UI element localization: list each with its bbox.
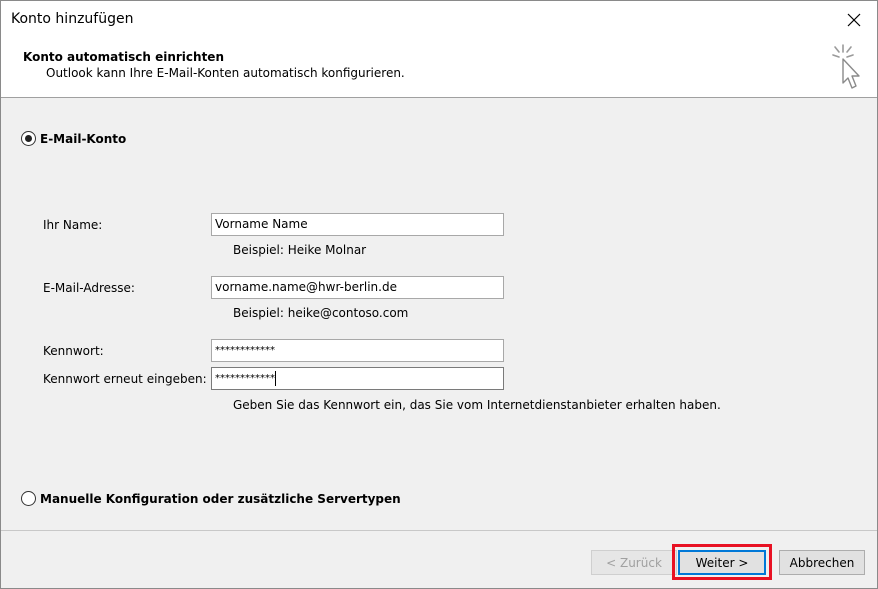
close-button[interactable] [831,1,877,39]
name-input[interactable]: Vorname Name [211,213,504,236]
wizard-content: E-Mail-Konto Ihr Name: Vorname Name Beis… [1,98,877,530]
password-hint: Geben Sie das Kennwort ein, das Sie vom … [233,398,721,412]
password-input[interactable]: ************ [211,339,504,362]
name-hint: Beispiel: Heike Molnar [233,243,367,257]
window-title: Konto hinzufügen [11,11,134,27]
wizard-header: Konto automatisch einrichten Outlook kan… [1,39,877,98]
email-account-option[interactable]: E-Mail-Konto [21,131,126,146]
password-repeat-value: ************ [215,373,275,384]
password-repeat-label: Kennwort erneut eingeben: [43,372,207,386]
next-button[interactable]: Weiter > [678,550,766,575]
manual-config-label: Manuelle Konfiguration oder zusätzliche … [40,491,401,506]
email-account-radio[interactable] [21,131,36,146]
header-title: Konto automatisch einrichten [23,50,224,64]
header-subtitle: Outlook kann Ihre E-Mail-Konten automati… [46,66,405,80]
email-hint: Beispiel: heike@contoso.com [233,306,409,320]
add-account-dialog: Konto hinzufügen Konto automatisch einri… [0,0,878,589]
back-button[interactable]: < Zurück [591,550,677,575]
text-caret [275,370,276,386]
cancel-button[interactable]: Abbrechen [779,550,865,575]
title-bar: Konto hinzufügen [1,1,877,39]
email-account-label: E-Mail-Konto [40,131,127,146]
email-label: E-Mail-Adresse: [43,281,135,295]
password-label: Kennwort: [43,344,104,358]
manual-config-radio[interactable] [21,491,36,506]
name-label: Ihr Name: [43,218,103,232]
wizard-cursor-icon [832,44,860,89]
close-icon [847,13,861,27]
password-repeat-input[interactable]: ************ [211,367,504,390]
email-input[interactable]: vorname.name@hwr-berlin.de [211,276,504,299]
manual-config-option[interactable]: Manuelle Konfiguration oder zusätzliche … [21,491,401,506]
